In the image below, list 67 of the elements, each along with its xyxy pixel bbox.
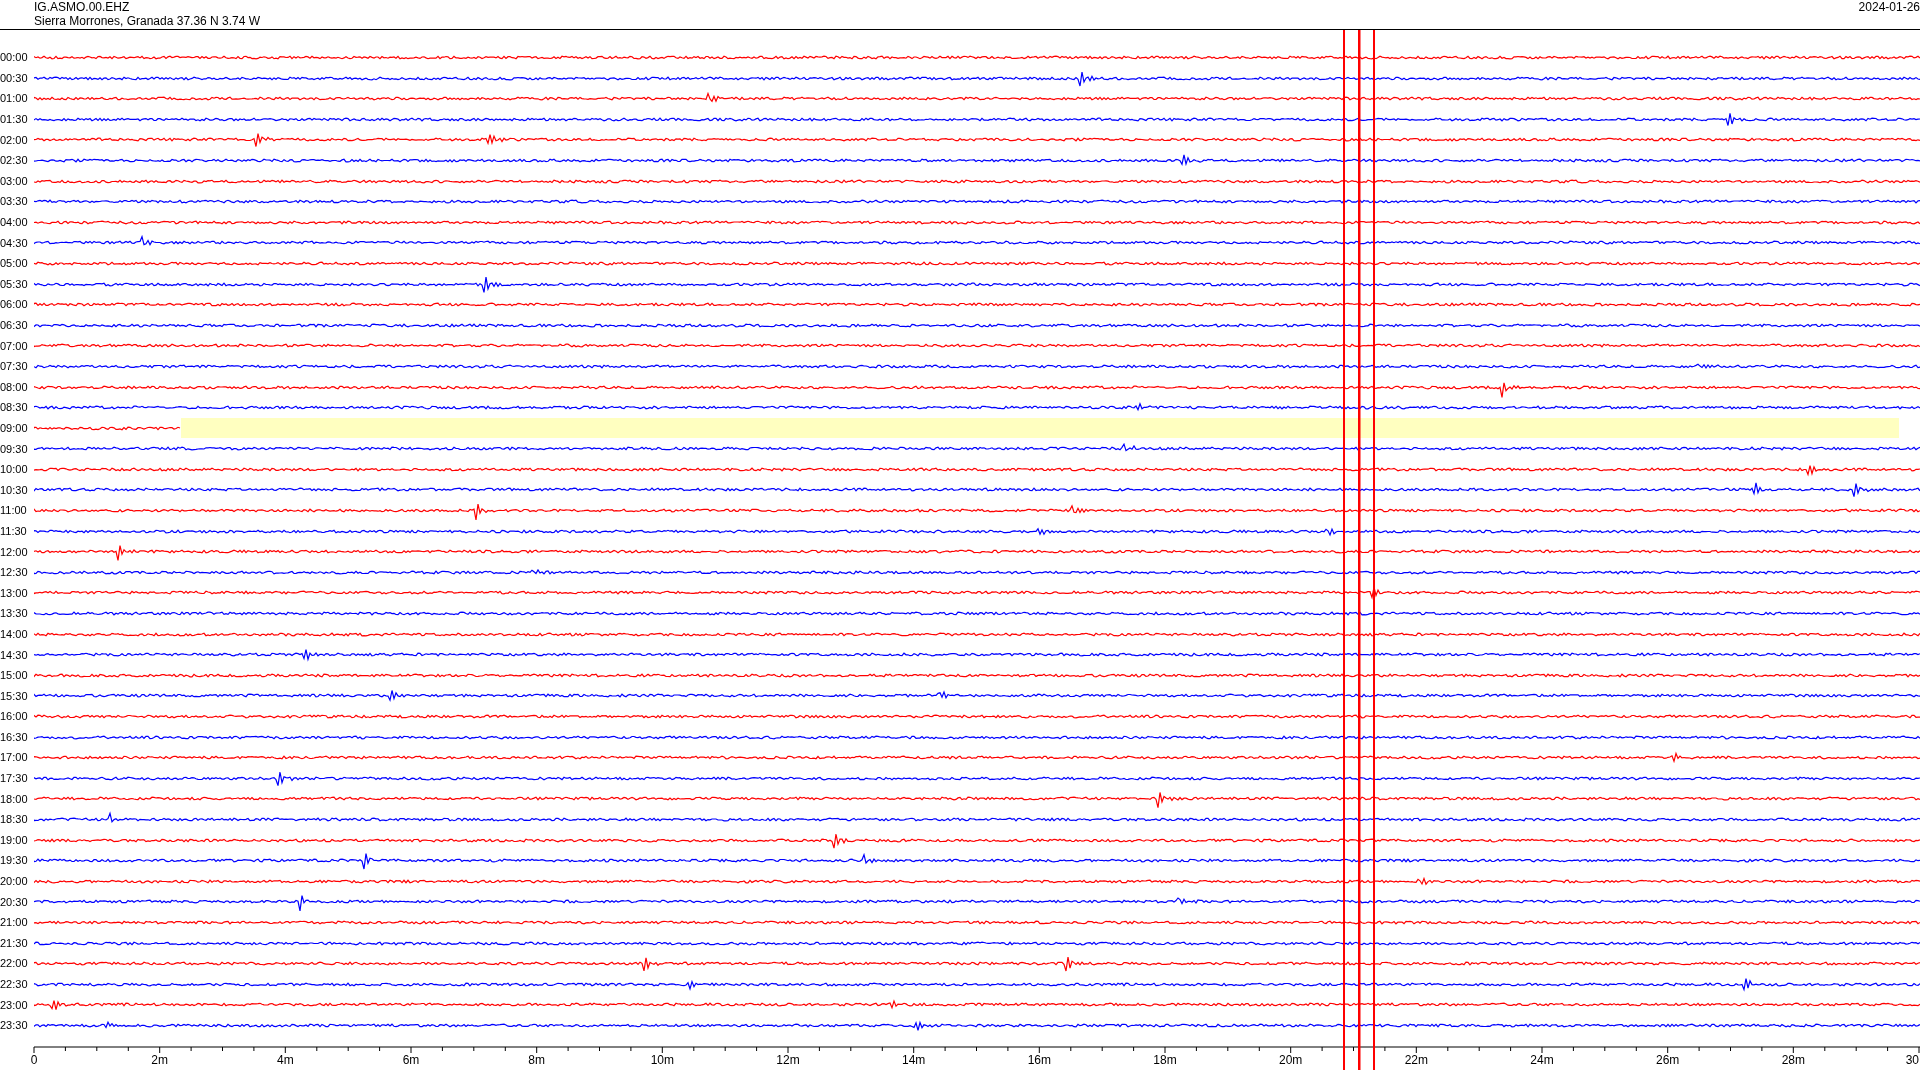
time-label: 09:00 bbox=[0, 422, 29, 434]
axis-label: 8m bbox=[528, 1052, 545, 1067]
time-label: 08:00 bbox=[0, 380, 29, 393]
axis-label: 16m bbox=[1027, 1052, 1051, 1067]
time-label: 01:00 bbox=[0, 92, 29, 105]
time-label: 11:30 bbox=[0, 524, 28, 537]
axis-label: 24m bbox=[1530, 1052, 1554, 1067]
time-label: 16:00 bbox=[0, 710, 29, 723]
time-label: 06:00 bbox=[0, 298, 29, 311]
time-label: 02:00 bbox=[0, 133, 29, 146]
time-label: 20:00 bbox=[0, 875, 29, 888]
axis-label: 10m bbox=[650, 1052, 674, 1067]
station-location: Sierra Morrones, Granada 37.36 N 3.74 W bbox=[34, 14, 261, 28]
time-label: 21:00 bbox=[0, 916, 29, 929]
axis-label: 14m bbox=[902, 1052, 926, 1067]
time-label: 19:00 bbox=[0, 833, 29, 846]
time-label: 07:30 bbox=[0, 360, 29, 373]
time-label: 18:00 bbox=[0, 792, 29, 805]
time-label: 09:30 bbox=[0, 442, 29, 455]
time-label: 15:30 bbox=[0, 689, 29, 702]
time-label: 12:30 bbox=[0, 566, 29, 579]
time-label: 17:00 bbox=[0, 751, 29, 764]
axis-label: 6m bbox=[402, 1052, 420, 1067]
time-label: 16:30 bbox=[0, 730, 29, 743]
axis-label: 20m bbox=[1279, 1052, 1303, 1067]
time-label: 21:30 bbox=[0, 936, 29, 949]
time-label: 11:00 bbox=[0, 504, 28, 517]
time-label: 10:30 bbox=[0, 483, 29, 496]
time-label: 00:00 bbox=[0, 51, 29, 64]
axis-label: 2m bbox=[151, 1052, 168, 1067]
time-label: 20:30 bbox=[0, 895, 29, 908]
time-label: 08:30 bbox=[0, 401, 29, 414]
time-label: 05:30 bbox=[0, 277, 29, 290]
time-label: 03:00 bbox=[0, 174, 29, 187]
time-label: 07:00 bbox=[0, 339, 29, 352]
time-label: 22:30 bbox=[0, 978, 29, 990]
axis-label: 26m bbox=[1656, 1052, 1680, 1067]
axis-label: 18m bbox=[1153, 1052, 1177, 1067]
time-label: 18:30 bbox=[0, 813, 29, 826]
time-label: 01:30 bbox=[0, 113, 29, 126]
time-label: 12:00 bbox=[0, 545, 29, 558]
time-label: 23:00 bbox=[0, 998, 29, 1011]
date-label: 2024-01-26 bbox=[1858, 0, 1920, 16]
time-label: 02:30 bbox=[0, 154, 29, 167]
time-label: 14:30 bbox=[0, 648, 29, 661]
time-label: 14:00 bbox=[0, 627, 29, 640]
time-label: 15:00 bbox=[0, 669, 29, 682]
axis-label: 12m bbox=[776, 1052, 800, 1067]
axis-label: 28m bbox=[1781, 1052, 1805, 1067]
time-label: 06:30 bbox=[0, 319, 29, 331]
time-label: 17:30 bbox=[0, 772, 29, 785]
time-label: 23:30 bbox=[0, 1019, 29, 1032]
time-label: 13:00 bbox=[0, 586, 29, 599]
time-label: 19:30 bbox=[0, 854, 29, 867]
time-label: 05:00 bbox=[0, 257, 29, 270]
time-label: 03:30 bbox=[0, 195, 29, 208]
station-code: IG.ASMO.00.EHZ bbox=[34, 0, 131, 14]
time-label: 10:00 bbox=[0, 463, 29, 476]
axis-label: 0 bbox=[30, 1052, 38, 1067]
time-label: 22:00 bbox=[0, 957, 29, 970]
axis-label: 4m bbox=[277, 1052, 294, 1067]
time-label: 04:30 bbox=[0, 236, 29, 249]
axis-label: 30 bbox=[1905, 1052, 1919, 1067]
time-label: 13:30 bbox=[0, 607, 29, 620]
time-label: 04:00 bbox=[0, 216, 29, 229]
time-label: 00:30 bbox=[0, 71, 29, 84]
axis-label: 22m bbox=[1404, 1052, 1428, 1067]
